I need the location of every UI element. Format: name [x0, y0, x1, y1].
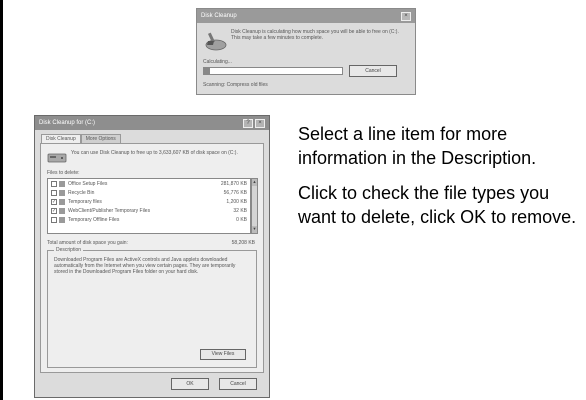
- instructions-text: Select a line item for more information …: [298, 123, 580, 241]
- instruction-select-item: Select a line item for more information …: [298, 124, 537, 168]
- ok-button[interactable]: OK: [171, 378, 209, 390]
- drive-icon: [47, 153, 67, 163]
- file-type-icon: [59, 207, 65, 214]
- item-checkbox[interactable]: [51, 189, 57, 196]
- item-name: WebClient/Publisher Temporary Files: [68, 207, 151, 214]
- list-item[interactable]: Office Setup Files 281,870 KB: [48, 179, 250, 188]
- scanning-status: Scanning: Compress old files: [203, 82, 268, 88]
- item-size: 32 KB: [233, 207, 247, 214]
- item-name: Office Setup Files: [68, 180, 108, 187]
- progress-cancel-button[interactable]: Cancel: [349, 65, 397, 77]
- tab-bar: Disk Cleanup More Options: [41, 134, 121, 143]
- list-item[interactable]: ✓ WebClient/Publisher Temporary Files 32…: [48, 206, 250, 215]
- list-item[interactable]: Temporary Offline Files 0 KB: [48, 215, 250, 224]
- file-type-icon: [59, 216, 65, 223]
- progress-bar-fill: [204, 68, 210, 74]
- item-checkbox[interactable]: [51, 180, 57, 187]
- recycle-bin-icon: [59, 189, 65, 196]
- item-checkbox[interactable]: ✓: [51, 198, 57, 205]
- file-type-icon: [59, 198, 65, 205]
- progress-dialog-titlebar: Disk Cleanup ×: [197, 9, 415, 23]
- disk-cleanup-progress-dialog: Disk Cleanup × Disk Cleanup is calculati…: [196, 8, 416, 95]
- total-space-value: 58,208 KB: [231, 240, 255, 246]
- item-checkbox[interactable]: [51, 216, 57, 223]
- item-checkbox[interactable]: ✓: [51, 207, 57, 214]
- close-icon[interactable]: ×: [401, 11, 411, 21]
- cleanup-dialog-title: Disk Cleanup for (C:): [39, 120, 96, 126]
- view-files-button[interactable]: View Files: [200, 349, 246, 360]
- scroll-up-icon[interactable]: ▲: [252, 179, 257, 186]
- item-size: 56,776 KB: [223, 189, 247, 196]
- list-item[interactable]: Recycle Bin 56,776 KB: [48, 188, 250, 197]
- item-name: Recycle Bin: [68, 189, 95, 196]
- description-group: Description Downloaded Program Files are…: [47, 247, 257, 368]
- files-to-delete-label: Files to delete:: [47, 170, 80, 176]
- item-size: 1,200 KB: [226, 198, 247, 205]
- item-name: Temporary Offline Files: [68, 216, 120, 223]
- description-text: Downloaded Program Files are ActiveX con…: [54, 257, 236, 275]
- scroll-down-icon[interactable]: ▼: [252, 226, 257, 233]
- disk-cleanup-dialog: Disk Cleanup for (C:) ? × Disk Cleanup M…: [34, 115, 270, 398]
- space-intro-text: You can use Disk Cleanup to free up to 3…: [71, 150, 238, 156]
- total-space-row: Total amount of disk space you gain: 58,…: [47, 240, 255, 246]
- list-scrollbar[interactable]: ▲ ▼: [251, 178, 258, 234]
- description-label: Description: [54, 247, 84, 253]
- calculating-label: Calculating...: [203, 59, 232, 65]
- cleanup-dialog-titlebar: Disk Cleanup for (C:) ? ×: [35, 116, 269, 130]
- instruction-check-files: Click to check the file types you want t…: [298, 183, 577, 227]
- disk-cleanup-panel: You can use Disk Cleanup to free up to 3…: [40, 143, 264, 373]
- page-left-rule: [0, 0, 3, 400]
- disk-cleanup-icon: [205, 32, 227, 51]
- item-name: Temporary files: [68, 198, 102, 205]
- cancel-button[interactable]: Cancel: [219, 378, 257, 390]
- total-space-label: Total amount of disk space you gain:: [47, 240, 128, 246]
- tab-more-options[interactable]: More Options: [80, 134, 121, 143]
- progress-bar: [203, 67, 343, 75]
- progress-dialog-title: Disk Cleanup: [201, 13, 237, 19]
- tab-disk-cleanup[interactable]: Disk Cleanup: [41, 134, 81, 143]
- item-size: 281,870 KB: [220, 180, 247, 187]
- help-icon[interactable]: ?: [243, 118, 253, 128]
- file-type-icon: [59, 180, 65, 187]
- list-item[interactable]: ✓ Temporary files 1,200 KB: [48, 197, 250, 206]
- progress-message: Disk Cleanup is calculating how much spa…: [231, 29, 399, 41]
- close-icon[interactable]: ×: [255, 118, 265, 128]
- item-size: 0 KB: [236, 216, 247, 223]
- files-to-delete-list: Office Setup Files 281,870 KB Recycle Bi…: [47, 178, 251, 234]
